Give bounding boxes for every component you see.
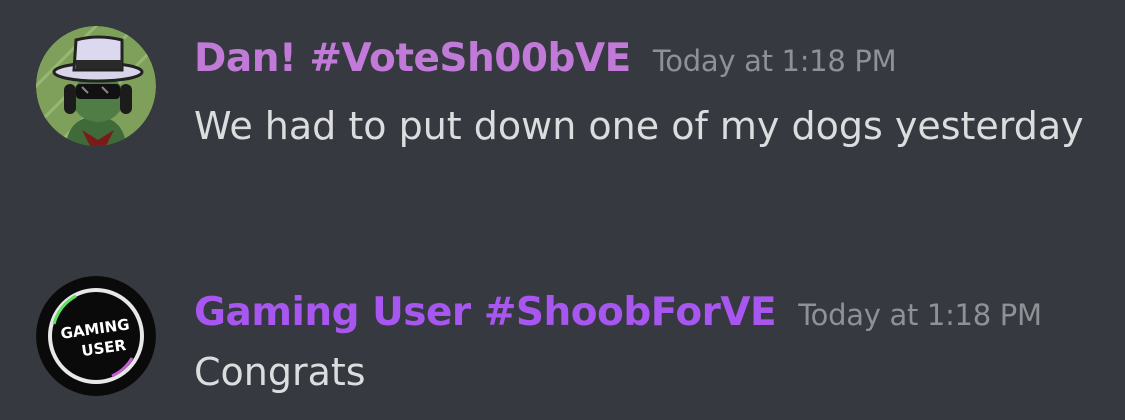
timestamp[interactable]: Today at 1:18 PM [798,298,1042,332]
username[interactable]: Gaming User #ShoobForVE [194,290,777,335]
message-text: Congrats [194,350,366,394]
user-avatar[interactable] [36,26,156,146]
message-text: We had to put down one of my dogs yester… [194,104,1084,148]
username[interactable]: Dan! #VoteSh00bVE [194,36,631,81]
chat-log: Dan! #VoteSh00bVE Today at 1:18 PM We had… [0,0,1125,420]
chat-message: Dan! #VoteSh00bVE Today at 1:18 PM We had… [0,0,1125,240]
top-hat-sunglasses-character-avatar-icon [36,26,156,146]
user-avatar[interactable]: GAMING USER [36,276,156,396]
message-header: Gaming User #ShoobForVE Today at 1:18 PM [194,290,1042,335]
gaming-user-logo-avatar-icon: GAMING USER [36,276,156,396]
timestamp[interactable]: Today at 1:18 PM [653,44,897,78]
chat-message: GAMING USER Gaming User #ShoobForVE Today… [0,262,1125,420]
message-header: Dan! #VoteSh00bVE Today at 1:18 PM [194,36,897,81]
